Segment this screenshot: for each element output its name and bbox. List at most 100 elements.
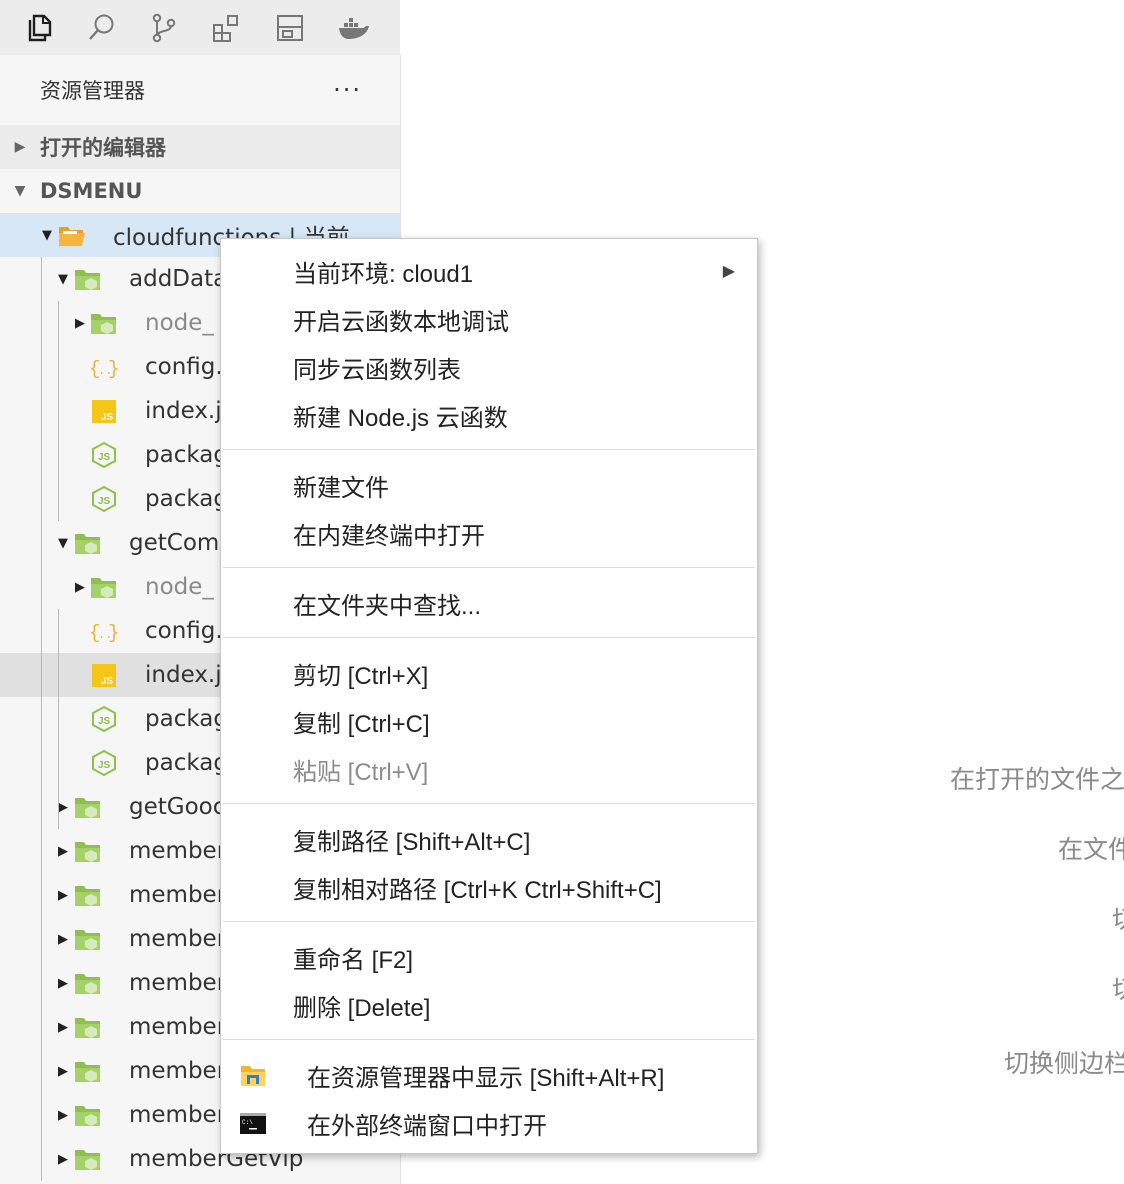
menu-item-5-0[interactable]: 重命名 [F2] [221,933,757,981]
menu-item-find-in-folder[interactable]: 在文件夹中查找... [221,579,757,627]
tree-item-label: config. [145,354,223,380]
search-icon[interactable] [69,0,132,55]
nodejs-file-icon: JS [89,749,119,777]
chevron-right-icon[interactable]: ▶ [54,976,72,991]
menu-item-4-1[interactable]: 复制相对路径 [Ctrl+K Ctrl+Shift+C] [221,863,757,911]
svg-text:}: } [108,622,119,644]
menu-item-label: 复制路径 [Shift+Alt+C] [293,828,531,856]
folder-icon [73,265,103,293]
menu-item-label: 在资源管理器中显示 [Shift+Alt+R] [307,1064,665,1092]
folder-icon [73,969,103,997]
tree-item-label: getCom [129,530,220,556]
nodejs-file-icon: JS [89,705,119,733]
tree-item-label: packag [145,706,228,732]
menu-item-3-1[interactable]: 复制 [Ctrl+C] [221,697,757,745]
menu-item-label: 开启云函数本地调试 [293,308,509,336]
menu-item-new-function[interactable]: 新建 Node.js 云函数 [221,391,757,439]
docker-icon[interactable] [321,0,384,55]
extensions-icon[interactable] [195,0,258,55]
section-open-editors[interactable]: ▶ 打开的编辑器 [0,125,400,169]
svg-text:}: } [108,358,119,380]
tree-item-label: addData [129,266,228,292]
menu-item-4-0[interactable]: 复制路径 [Shift+Alt+C] [221,815,757,863]
welcome-hint-text: 在打开的文件之 [950,766,1124,794]
chevron-right-icon[interactable]: ▶ [54,844,72,859]
chevron-down-icon[interactable]: ▼ [54,536,72,551]
folder-icon [73,1013,103,1041]
menu-item-local-debug[interactable]: 开启云函数本地调试 [221,295,757,343]
section-label: 打开的编辑器 [40,136,166,160]
menu-item-sync-functions[interactable]: 同步云函数列表 [221,343,757,391]
svg-text:JS: JS [98,452,111,463]
menu-item-label: 重命名 [F2] [293,946,414,974]
chevron-down-icon[interactable]: ▼ [54,272,72,287]
chevron-right-icon[interactable]: ▶ [54,932,72,947]
tree-item-label: index.j [145,398,222,424]
explorer-header: 资源管理器 ··· [0,55,400,125]
source-control-icon[interactable] [132,0,195,55]
chevron-right-icon[interactable]: ▶ [54,888,72,903]
folder-icon [73,881,103,909]
welcome-hint-text: 切换侧边栏 [1004,1050,1124,1078]
menu-item-label: 删除 [Delete] [293,994,431,1022]
chevron-down-icon[interactable]: ▼ [38,228,56,243]
menu-separator [223,449,755,450]
section-label: DSMENU [40,179,143,203]
chevron-right-icon[interactable]: ▶ [54,1152,72,1167]
menu-item-6-0[interactable]: 在资源管理器中显示 [Shift+Alt+R] [221,1051,757,1099]
tree-item-label: member [129,1102,227,1128]
folder-icon [73,925,103,953]
menu-item-label: 剪切 [Ctrl+X] [293,662,429,690]
menu-item-3-0[interactable]: 剪切 [Ctrl+X] [221,649,757,697]
menu-item-6-1[interactable]: C:\ 在外部终端窗口中打开 [221,1099,757,1147]
menu-item-open-terminal[interactable]: 在内建终端中打开 [221,509,757,557]
folder-icon [73,793,103,821]
menu-item-label: 新建文件 [293,474,389,502]
js-file-icon: JS [89,397,119,425]
submenu-arrow-icon: ▶ [722,263,735,280]
tree-item-label: member [129,1058,227,1084]
windows-explorer-icon [239,1061,267,1089]
tree-item-label: config. [145,618,223,644]
menu-item-label: 在内建终端中打开 [293,522,485,550]
folder-icon [89,309,119,337]
chevron-right-icon[interactable]: ▶ [54,1020,72,1035]
welcome-hint-text: 切 [1112,970,1124,1006]
menu-item-label: 粘贴 [Ctrl+V] [293,758,429,786]
files-icon[interactable] [6,0,69,55]
menu-item-environment[interactable]: 当前环境: cloud1 ▶ [221,247,757,295]
folder-icon [73,1057,103,1085]
tree-item-label: member [129,882,227,908]
section-dsmenu[interactable]: ▼ DSMENU [0,169,400,213]
menu-item-new-file[interactable]: 新建文件 [221,461,757,509]
tree-item-label: member [129,838,227,864]
menu-item-label: 在外部终端窗口中打开 [307,1112,547,1140]
menu-separator [223,1039,755,1040]
more-actions-button[interactable]: ··· [333,76,362,104]
menu-item-label: 复制 [Ctrl+C] [293,710,430,738]
folder-icon [73,1101,103,1129]
chevron-right-icon[interactable]: ▶ [54,1064,72,1079]
cloud-dev-icon[interactable] [258,0,321,55]
menu-item-label: 复制相对路径 [Ctrl+K Ctrl+Shift+C] [293,876,662,904]
svg-text:JS: JS [101,412,114,423]
svg-text:JS: JS [101,676,114,687]
tree-item-label: packag [145,442,228,468]
chevron-right-icon[interactable]: ▶ [54,800,72,815]
svg-text:JS: JS [98,760,111,771]
welcome-hint-text: 切 [1112,900,1124,936]
terminal-icon: C:\ [239,1109,267,1137]
activity-bar [0,0,400,55]
indent-guide [41,257,42,1181]
tree-item-label: node_ [145,310,214,336]
chevron-right-icon[interactable]: ▶ [71,316,89,331]
menu-item-label: 当前环境: cloud1 [293,260,474,288]
menu-item-5-1[interactable]: 删除 [Delete] [221,981,757,1029]
svg-text:JS: JS [98,716,111,727]
svg-text:JS: JS [98,496,111,507]
menu-separator [223,567,755,568]
chevron-right-icon[interactable]: ▶ [71,580,89,595]
menu-separator [223,921,755,922]
chevron-right-icon[interactable]: ▶ [54,1108,72,1123]
chevron-right-icon: ▶ [14,139,26,155]
